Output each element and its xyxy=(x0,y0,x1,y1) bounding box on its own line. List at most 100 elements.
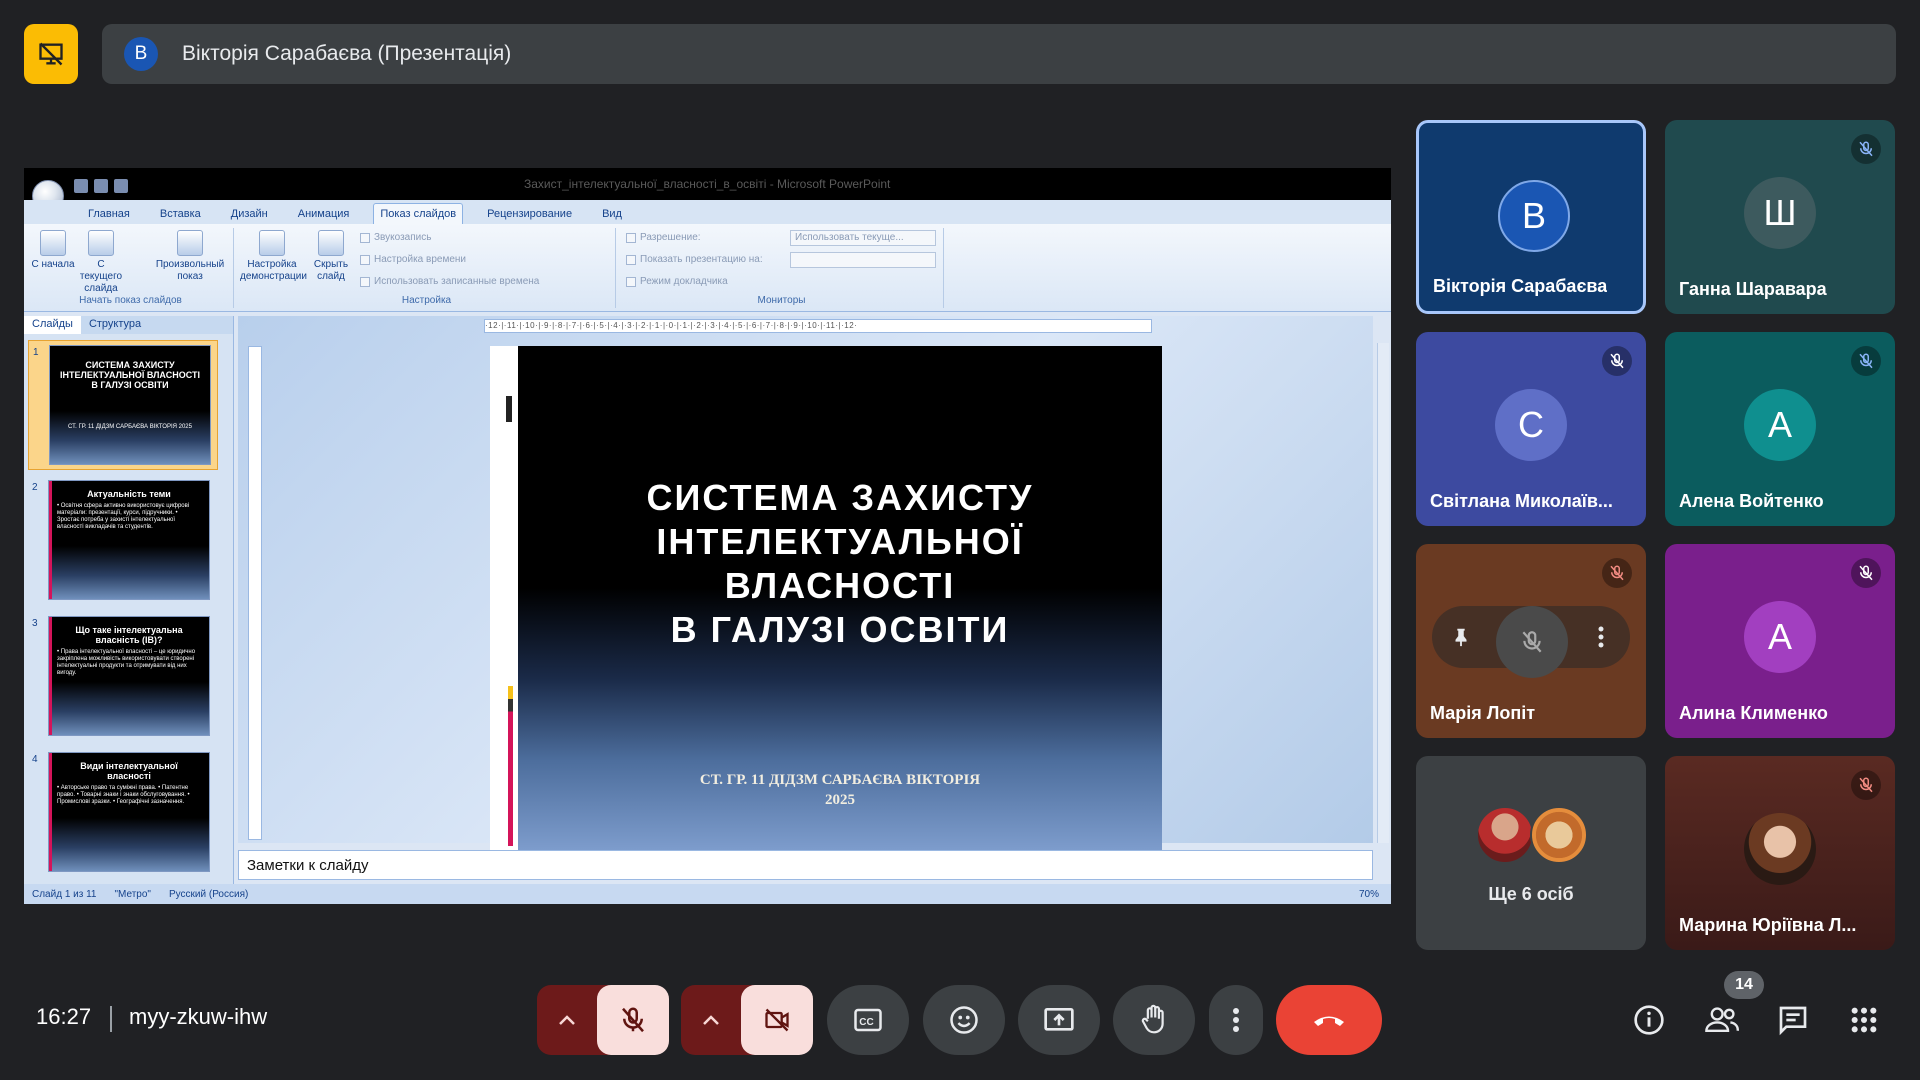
slide-edge xyxy=(490,346,518,850)
reactions-button[interactable] xyxy=(923,985,1005,1055)
participant-photo xyxy=(1744,813,1816,885)
participant-avatar: А xyxy=(1744,389,1816,461)
participant-avatar: В xyxy=(1498,180,1570,252)
more-participants-label: Ще 6 осіб xyxy=(1488,884,1574,904)
participant-faces xyxy=(1476,806,1596,866)
powerpoint-titlebar: Захист_інтелектуальної_власності_в_освіт… xyxy=(24,168,1391,212)
mic-off-icon xyxy=(1851,558,1881,588)
powerpoint-statusbar: Слайд 1 из 11 "Метро" Русский (Россия) 7… xyxy=(24,884,1391,904)
custom-show-button: Произвольный показ xyxy=(148,230,232,283)
more-options-button[interactable] xyxy=(1209,985,1263,1055)
zoom-level: 70% xyxy=(1358,888,1379,900)
ribbon-group-start-show: С начала С текущего слайда Произвольный … xyxy=(28,228,234,308)
presenting-icon-button[interactable] xyxy=(24,24,78,84)
ribbon-tab-active: Показ слайдов xyxy=(373,203,464,224)
panel-tab-outline: Структура xyxy=(88,318,142,330)
use-timings-option: Использовать записанные времена xyxy=(360,276,539,287)
present-screen-button[interactable] xyxy=(1018,985,1100,1055)
people-button[interactable] xyxy=(1700,998,1744,1042)
more-participants-tile[interactable]: Ще 6 осіб xyxy=(1416,756,1646,950)
chevron-up-icon xyxy=(703,1015,719,1025)
presenter-bar: В Вікторія Сарабаєва (Презентація) xyxy=(102,24,1896,84)
meeting-code: myy-zkuw-ihw xyxy=(129,1004,268,1029)
leave-call-button[interactable] xyxy=(1276,985,1382,1055)
participant-name: Світлана Миколаїв... xyxy=(1430,491,1613,511)
participant-avatar: С xyxy=(1495,389,1567,461)
hide-slide-button: Скрыть слайд xyxy=(308,230,354,283)
chevron-up-icon xyxy=(559,1015,575,1025)
participant-tile[interactable]: Ш Ганна Шаравара xyxy=(1665,120,1895,314)
ribbon-tab: Вставка xyxy=(159,208,201,220)
rehearse-option: Настройка времени xyxy=(360,254,466,265)
panel-tab-slides: Слайды xyxy=(24,316,81,334)
notes-pane: Заметки к слайду xyxy=(238,850,1373,880)
participant-name: Вікторія Сарабаєва xyxy=(1433,276,1608,296)
slide-title: СИСТЕМА ЗАХИСТУ ІНТЕЛЕКТУАЛЬНОЇ ВЛАСНОСТ… xyxy=(646,477,1034,650)
more-options-icon[interactable] xyxy=(1586,622,1616,652)
participant-tile[interactable]: С Світлана Миколаїв... xyxy=(1416,332,1646,526)
emoji-icon xyxy=(950,1006,978,1034)
chat-icon xyxy=(1779,1006,1807,1036)
participant-tile[interactable]: Марія Лопіт xyxy=(1416,544,1646,738)
slides-panel: Слайды Структура 1 СИСТЕМА ЗАХИСТУ ІНТЕЛ… xyxy=(24,316,234,884)
setup-show-button: Настройка демонстрации xyxy=(240,230,307,283)
participant-avatar: Ш xyxy=(1744,177,1816,249)
slide-count: Слайд 1 из 11 xyxy=(32,888,97,900)
participant-name: Алена Войтенко xyxy=(1679,491,1824,511)
ribbon-tab: Анимация xyxy=(297,208,350,220)
participant-name: Марина Юріївна Л... xyxy=(1679,915,1857,935)
slide-subtitle: СТ. ГР. 11 ДІДЗМ САРБАЄВА ВІКТОРІЯ 2025 xyxy=(699,772,981,808)
camera-toggle-button[interactable] xyxy=(741,985,813,1055)
mic-off-icon xyxy=(1851,770,1881,800)
group-label: Мониторы xyxy=(757,295,806,306)
show-on-select xyxy=(790,252,936,268)
microphone-toggle-button[interactable] xyxy=(597,985,669,1055)
activities-button[interactable] xyxy=(1842,998,1886,1042)
slide-thumbnail: 3 Що таке інтелектуальна власність (ІВ)?… xyxy=(28,612,218,742)
ribbon: С начала С текущего слайда Произвольный … xyxy=(24,224,1391,312)
present-screen-icon xyxy=(1044,1007,1074,1031)
meeting-details-button[interactable] xyxy=(1627,998,1671,1042)
ribbon-tab: Главная xyxy=(88,208,130,220)
presenter-avatar: В xyxy=(124,37,158,71)
people-icon xyxy=(1705,1007,1739,1032)
captions-button[interactable]: CC xyxy=(827,985,909,1055)
more-vert-icon xyxy=(1233,1008,1239,1032)
current-slide: СИСТЕМА ЗАХИСТУ ІНТЕЛЕКТУАЛЬНОЇ ВЛАСНОСТ… xyxy=(518,346,1162,850)
resolution-select: Использовать текуще... xyxy=(790,230,936,246)
theme-name: "Метро" xyxy=(114,888,151,900)
participant-photo xyxy=(1530,806,1588,864)
svg-text:CC: CC xyxy=(859,1017,873,1028)
participant-tile[interactable]: А Алена Войтенко xyxy=(1665,332,1895,526)
mic-off-icon xyxy=(622,1007,644,1033)
mic-off-icon xyxy=(1851,346,1881,376)
vertical-scrollbar xyxy=(1377,343,1389,843)
quick-access-toolbar xyxy=(74,177,174,195)
group-label: Настройка xyxy=(401,295,452,306)
participant-tile[interactable]: В Вікторія Сарабаєва xyxy=(1416,120,1646,314)
pin-icon[interactable] xyxy=(1446,622,1476,652)
participant-tile[interactable]: Марина Юріївна Л... xyxy=(1665,756,1895,950)
camera-off-icon xyxy=(765,1008,789,1032)
chat-button[interactable] xyxy=(1771,998,1815,1042)
mic-off-icon xyxy=(1602,558,1632,588)
group-label: Начать показ слайдов xyxy=(79,295,182,306)
ribbon-tabs: Главная Вставка Дизайн Анимация Показ сл… xyxy=(24,200,1391,224)
participant-tile[interactable]: А Алина Клименко xyxy=(1665,544,1895,738)
record-option: Звукозапись xyxy=(360,232,431,243)
end-call-icon xyxy=(1314,1016,1344,1026)
mic-off-icon xyxy=(1851,134,1881,164)
raise-hand-button[interactable] xyxy=(1113,985,1195,1055)
shared-screen: Захист_інтелектуальної_власності_в_освіт… xyxy=(24,168,1391,904)
ribbon-group-monitors: Разрешение: Использовать текуще... Показ… xyxy=(620,228,944,308)
presentation-off-icon xyxy=(39,42,63,66)
panel-tabs: Слайды Структура xyxy=(24,316,233,334)
participant-avatar: А xyxy=(1744,601,1816,673)
mute-participant-icon[interactable] xyxy=(1496,606,1568,678)
resolution-label: Разрешение: xyxy=(626,232,701,243)
ribbon-tab: Дизайн xyxy=(230,208,268,220)
ribbon-tab: Рецензирование xyxy=(487,208,573,220)
info-icon xyxy=(1634,1005,1664,1035)
vertical-ruler xyxy=(248,346,262,840)
slide-thumbnail: 4 Види інтелектуальної власності • Авторс… xyxy=(28,748,218,878)
